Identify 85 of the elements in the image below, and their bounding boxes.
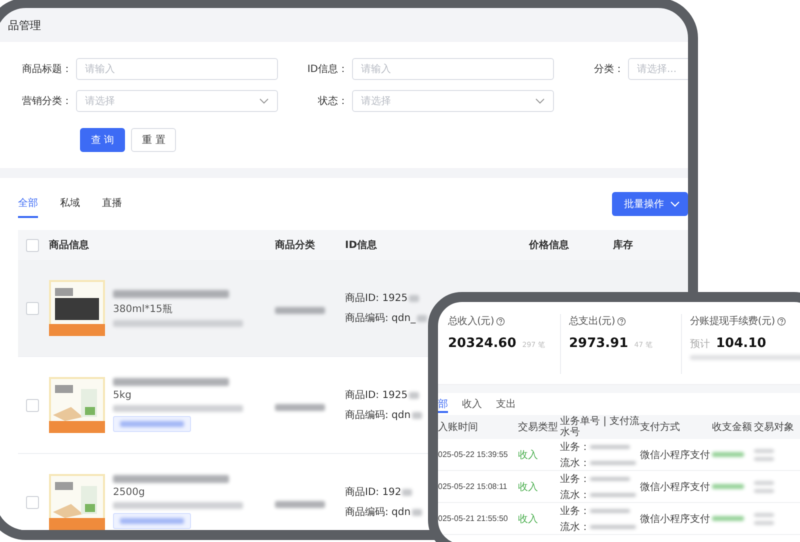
chevron-down-icon [670, 201, 680, 207]
blurred-text [416, 314, 427, 322]
blurred-text [590, 444, 630, 448]
checkbox[interactable] [26, 238, 39, 252]
field-label: ID信息： [306, 62, 349, 76]
blurred-text [412, 412, 422, 418]
search-button[interactable]: 查 询 [80, 128, 126, 152]
table-cell-text: 收入 [518, 448, 539, 462]
product-size: 380ml*15瓶 [113, 302, 172, 316]
tab[interactable]: 私域 [60, 190, 80, 218]
field-label: 商品标题： [21, 62, 73, 76]
blurred-text [412, 508, 422, 516]
batch-operation-button[interactable]: 批量操作 [612, 192, 688, 216]
chevron-down-icon [535, 98, 545, 104]
column-header: 商品分类 [275, 238, 316, 252]
field-label: 流水： [560, 488, 590, 502]
column-header: 收支金额 [712, 422, 753, 432]
blurred-text [590, 524, 636, 528]
product-code: 商品编码: qdn_ [345, 312, 416, 325]
field-label: 业务： [560, 504, 590, 518]
stat-value: 2973.91 [569, 336, 628, 351]
field-label: 流水： [560, 456, 590, 470]
checkbox[interactable] [26, 302, 39, 314]
stat-value: 20324.60 [448, 336, 516, 351]
blurred-text [590, 460, 636, 464]
table-cell-text: 微信小程序支付 [640, 512, 711, 526]
column-header: 支付方式 [640, 422, 681, 432]
product-size: 2500g [113, 487, 145, 498]
table-cell-text: 收入 [518, 512, 539, 526]
blurred-text [712, 484, 744, 489]
help-icon [496, 316, 506, 326]
blurred-text [275, 306, 325, 314]
tab[interactable]: 全部 [18, 190, 38, 218]
stat-label: 分账提现手续费(元) [690, 314, 775, 328]
table-cell-text: 025-05-22 15:39:55 [438, 450, 509, 459]
blurred-text [590, 476, 630, 480]
product-code: 商品编码: qdn [345, 408, 411, 422]
table-cell-text: 收入 [518, 480, 539, 494]
column-header: 交易对象 [754, 422, 795, 432]
blurred-text [590, 508, 630, 512]
blurred-text [275, 500, 325, 508]
product-code: 商品编码: qdn [345, 506, 411, 519]
table-cell-text: 微信小程序支付 [640, 448, 711, 462]
checkbox[interactable] [26, 398, 39, 412]
product-id: 商品ID: 192 [345, 486, 402, 499]
table-cell-text: 微信小程序支付 [640, 480, 711, 494]
reset-button[interactable]: 重 置 [131, 128, 176, 152]
field-label: 分类： [593, 62, 625, 76]
column-header: 库存 [613, 238, 634, 252]
product-size: 5kg [113, 390, 132, 401]
blurred-text [408, 392, 419, 398]
checkbox[interactable] [26, 496, 39, 508]
page-title: 品管理 [8, 18, 41, 32]
column-header: 价格信息 [529, 238, 570, 252]
field-label: 营销分类： [21, 94, 73, 108]
column-header: 交易类型 [518, 422, 559, 432]
tab[interactable]: 直播 [102, 190, 122, 218]
field-label: 状态： [317, 94, 349, 108]
product-id: 商品ID: 1925 [345, 388, 408, 402]
blurred-text [275, 404, 325, 410]
blurred-text [590, 492, 636, 496]
tab[interactable]: 支出 [496, 397, 516, 413]
blurred-text [712, 516, 744, 521]
stat-value: 104.10 [716, 336, 766, 351]
product-id: 商品ID: 1925 [345, 292, 408, 305]
column-header: 商品信息 [49, 238, 90, 252]
stat-label: 总收入(元) [448, 314, 494, 328]
stat-label: 总支出(元) [569, 314, 616, 328]
column-header: ID信息 [345, 238, 378, 252]
blurred-text [712, 452, 744, 457]
column-header: 业务单号 | 支付流水号 [560, 416, 640, 438]
column-header: 入账时间 [438, 422, 479, 432]
field-label: 业务： [560, 440, 590, 454]
blurred-text [402, 488, 412, 496]
help-icon [776, 316, 786, 326]
stat-prefix: 预计 [690, 338, 710, 351]
help-icon [617, 316, 626, 326]
field-label: 业务： [560, 472, 590, 486]
table-cell-text: 025-05-22 15:08:11 [438, 482, 508, 491]
table-cell-text: 025-05-21 21:55:50 [438, 514, 509, 523]
blurred-text [408, 294, 419, 302]
chevron-down-icon [259, 98, 269, 104]
tab[interactable]: 收入 [462, 397, 482, 413]
field-label: 流水： [560, 520, 590, 534]
tab[interactable]: 部 [438, 397, 448, 413]
